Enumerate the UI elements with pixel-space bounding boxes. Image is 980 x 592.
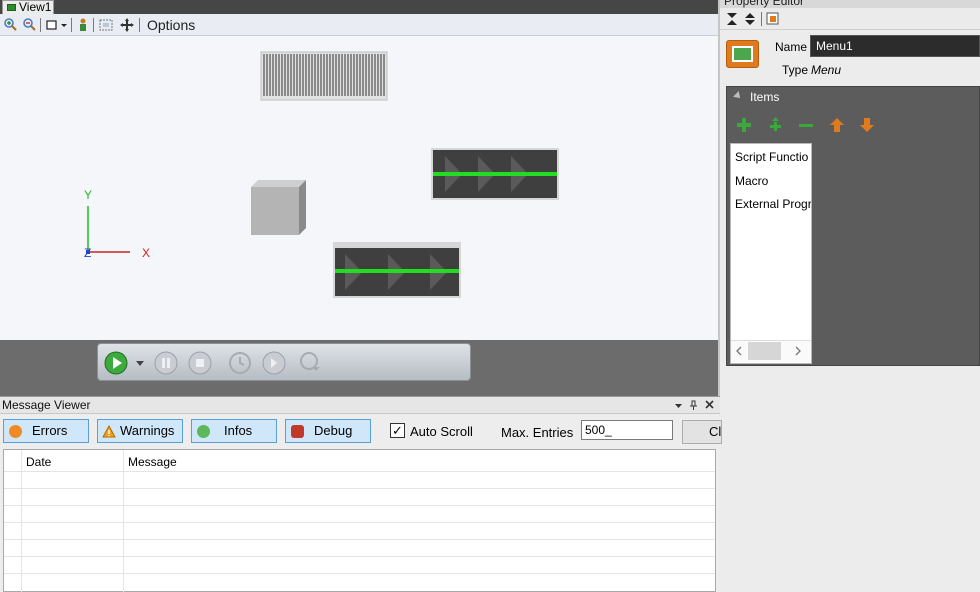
infos-filter-label: Infos bbox=[224, 423, 253, 438]
toolbar-separator bbox=[139, 18, 140, 32]
property-editor-header: Property Editor bbox=[720, 0, 980, 8]
table-row[interactable] bbox=[4, 539, 715, 540]
options-menu[interactable]: Options bbox=[147, 17, 195, 33]
toolbar-separator bbox=[40, 18, 41, 32]
max-entries-label: Max. Entries bbox=[501, 425, 574, 440]
toolbar-separator bbox=[761, 12, 762, 26]
warnings-filter-label: Warnings bbox=[120, 423, 175, 438]
fit-view-icon[interactable] bbox=[98, 17, 114, 33]
toolbar-separator bbox=[71, 18, 72, 32]
property-editor-toolbar bbox=[720, 8, 980, 30]
table-row[interactable] bbox=[4, 573, 715, 574]
auto-scroll-checkbox[interactable]: ✓ bbox=[390, 423, 405, 438]
zoom-in-icon[interactable] bbox=[2, 17, 18, 33]
conveyor-upper[interactable] bbox=[431, 148, 559, 200]
scroll-thumb[interactable] bbox=[748, 342, 781, 360]
3d-viewport[interactable]: Y X Z bbox=[0, 36, 720, 340]
table-row[interactable] bbox=[4, 556, 715, 557]
axis-x-label: X bbox=[142, 246, 150, 260]
info-icon bbox=[197, 425, 210, 438]
record-icon[interactable] bbox=[298, 351, 322, 375]
infos-filter-button[interactable]: Infos bbox=[191, 419, 277, 443]
errors-filter-button[interactable]: Errors bbox=[3, 419, 89, 443]
playback-toolbar bbox=[97, 343, 471, 381]
scroll-right-icon[interactable] bbox=[794, 346, 802, 356]
barcode-object[interactable] bbox=[260, 51, 388, 101]
errors-filter-label: Errors bbox=[32, 423, 68, 438]
conveyor-lower[interactable] bbox=[333, 242, 461, 298]
person-icon[interactable] bbox=[76, 17, 90, 33]
axis-y-label: Y bbox=[84, 188, 92, 202]
list-item[interactable]: Script Functio bbox=[735, 150, 808, 164]
table-row[interactable] bbox=[4, 522, 715, 523]
pin-icon[interactable] bbox=[689, 400, 698, 411]
items-title: Items bbox=[750, 90, 780, 104]
message-viewer-title: Message Viewer bbox=[2, 398, 91, 412]
message-viewer-header: Message Viewer bbox=[0, 396, 720, 414]
collapse-all-icon[interactable] bbox=[726, 12, 738, 26]
scroll-left-icon[interactable] bbox=[735, 346, 743, 356]
type-label: Type bbox=[782, 63, 809, 77]
close-icon[interactable] bbox=[705, 400, 714, 409]
max-entries-field[interactable]: 500_ bbox=[581, 420, 673, 440]
tab-view1[interactable]: View1 bbox=[2, 0, 54, 14]
view-toolbar: Options bbox=[0, 14, 720, 36]
warning-icon bbox=[102, 425, 116, 438]
chevron-down-icon[interactable] bbox=[674, 401, 683, 410]
bug-icon bbox=[291, 425, 304, 438]
expand-all-icon[interactable] bbox=[744, 12, 756, 26]
axis-gizmo bbox=[86, 206, 130, 254]
move-up-icon[interactable] bbox=[828, 116, 846, 134]
add-child-item-icon[interactable] bbox=[766, 116, 784, 134]
table-row[interactable] bbox=[4, 505, 715, 506]
step-icon[interactable] bbox=[262, 351, 286, 375]
table-row[interactable] bbox=[4, 488, 715, 489]
reset-icon[interactable] bbox=[228, 351, 252, 375]
chevron-down-icon[interactable] bbox=[60, 17, 68, 33]
zoom-out-icon[interactable] bbox=[21, 17, 37, 33]
warnings-filter-button[interactable]: Warnings bbox=[97, 419, 183, 443]
name-field[interactable] bbox=[810, 35, 980, 57]
tab-view1-label: View1 bbox=[19, 0, 52, 14]
stop-icon[interactable] bbox=[188, 351, 212, 375]
items-list[interactable]: Script Functio Macro External Progr bbox=[730, 143, 812, 364]
name-label: Name bbox=[775, 40, 808, 54]
message-column-header[interactable]: Message bbox=[128, 455, 177, 469]
pause-icon[interactable] bbox=[154, 351, 178, 375]
play-icon[interactable] bbox=[104, 351, 128, 375]
box-select-icon[interactable] bbox=[45, 17, 59, 33]
view-icon bbox=[7, 4, 16, 11]
error-icon bbox=[9, 425, 22, 438]
box-object[interactable] bbox=[251, 180, 306, 235]
type-value: Menu bbox=[811, 63, 842, 77]
debug-filter-button[interactable]: Debug bbox=[285, 419, 371, 443]
remove-item-icon[interactable] bbox=[797, 116, 815, 134]
list-item[interactable]: External Progr bbox=[735, 197, 811, 211]
list-item[interactable]: Macro bbox=[735, 174, 768, 188]
move-down-icon[interactable] bbox=[858, 116, 876, 134]
chevron-down-icon[interactable] bbox=[134, 351, 146, 375]
add-item-icon[interactable] bbox=[735, 116, 753, 134]
date-column-header[interactable]: Date bbox=[26, 455, 51, 469]
axis-z-label: Z bbox=[84, 246, 91, 260]
auto-scroll-label: Auto Scroll bbox=[410, 424, 473, 439]
clear-button[interactable]: Clear bbox=[682, 420, 722, 444]
view-tab-bar bbox=[0, 0, 720, 14]
toolbar-separator bbox=[93, 18, 94, 32]
menu-object-icon bbox=[726, 40, 759, 68]
debug-filter-label: Debug bbox=[314, 423, 353, 438]
table-row[interactable] bbox=[4, 471, 715, 472]
pan-icon[interactable] bbox=[119, 17, 135, 33]
property-editor-title: Property Editor bbox=[724, 0, 805, 8]
property-pages-icon[interactable] bbox=[766, 12, 780, 26]
